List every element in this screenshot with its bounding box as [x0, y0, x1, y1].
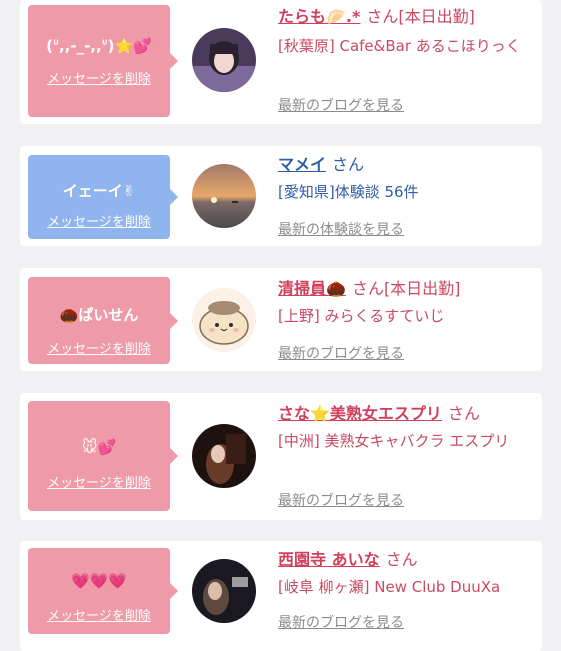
message-text: 🌰ぱいせん — [59, 306, 139, 324]
user-suffix: さん — [447, 404, 480, 423]
list-item: 💗💗💗 メッセージを削除 西園寺 あいな さん [岐阜 柳ヶ瀬] New Club… — [20, 541, 542, 651]
message-text: 🐭💕 — [81, 438, 117, 456]
avatar[interactable] — [192, 28, 256, 92]
user-suffix: さん[本日出勤] — [366, 7, 475, 26]
user-name-link[interactable]: 清掃員🌰 — [278, 279, 346, 298]
user-name-link[interactable]: 西園寺 あいな — [278, 550, 380, 569]
delete-message-link[interactable]: メッセージを削除 — [28, 338, 170, 357]
message-bubble: 🐭💕 メッセージを削除 — [28, 401, 178, 511]
avatar-sunset-icon — [192, 164, 256, 228]
shop-info[interactable]: [上野] みらくるすていじ — [278, 304, 538, 329]
shop-info[interactable]: [愛知県]体験談 56件 — [278, 180, 538, 205]
avatar-character-icon — [192, 288, 256, 352]
latest-blog-link[interactable]: 最新のブログを見る — [278, 95, 404, 115]
avatar[interactable] — [192, 424, 256, 488]
avatar-photo-icon — [192, 424, 256, 488]
avatar[interactable] — [192, 288, 256, 352]
delete-message-link[interactable]: メッセージを削除 — [28, 68, 170, 87]
avatar[interactable] — [192, 559, 256, 623]
user-name-link[interactable]: マメイ — [278, 155, 326, 174]
shop-info[interactable]: [岐阜 柳ヶ瀬] New Club DuuXa — [278, 575, 538, 600]
list-item: (ᐡ,,-_-,,ᐡ)⭐💕 メッセージを削除 たらも🥟.* さん[本日出勤] [秋… — [20, 0, 542, 124]
avatar[interactable] — [192, 164, 256, 228]
latest-blog-link[interactable]: 最新のブログを見る — [278, 343, 404, 363]
message-bubble: 💗💗💗 メッセージを削除 — [28, 548, 178, 634]
user-suffix: さん — [385, 550, 418, 569]
delete-message-link[interactable]: メッセージを削除 — [28, 472, 170, 491]
avatar-photo-icon — [192, 559, 256, 623]
message-bubble: (ᐡ,,-_-,,ᐡ)⭐💕 メッセージを削除 — [28, 5, 178, 117]
latest-blog-link[interactable]: 最新のブログを見る — [278, 612, 404, 632]
avatar-photo-icon — [192, 28, 256, 92]
message-bubble: 🌰ぱいせん メッセージを削除 — [28, 277, 178, 364]
latest-blog-link[interactable]: 最新のブログを見る — [278, 490, 404, 510]
list-item: 🌰ぱいせん メッセージを削除 清掃員🌰 さん[本日出勤] [上野] みらくるすてい… — [20, 268, 542, 371]
list-item: イェーイ✌ メッセージを削除 マメイ さん [愛知県]体験談 56件 最新の体験談… — [20, 146, 542, 246]
shop-info[interactable]: [中洲] 美熟女キャバクラ エスプリ — [278, 429, 528, 454]
message-text: (ᐡ,,-_-,,ᐡ)⭐💕 — [46, 37, 152, 55]
user-suffix: さん[本日出勤] — [351, 279, 461, 298]
message-text: イェーイ✌ — [62, 182, 136, 200]
message-bubble: イェーイ✌ メッセージを削除 — [28, 155, 178, 239]
user-name-link[interactable]: さな⭐美熟女エスプリ — [278, 404, 442, 423]
delete-message-link[interactable]: メッセージを削除 — [28, 211, 170, 230]
latest-review-link[interactable]: 最新の体験談を見る — [278, 219, 404, 239]
message-text: 💗💗💗 — [70, 572, 128, 590]
shop-info[interactable]: [秋葉原] Cafe&Bar あるこほりっく — [278, 34, 538, 59]
user-suffix: さん — [332, 155, 365, 174]
list-item: 🐭💕 メッセージを削除 さな⭐美熟女エスプリ さん [中洲] 美熟女キャバクラ エ… — [20, 393, 542, 520]
user-name-link[interactable]: たらも🥟.* — [278, 7, 360, 26]
delete-message-link[interactable]: メッセージを削除 — [28, 605, 170, 624]
